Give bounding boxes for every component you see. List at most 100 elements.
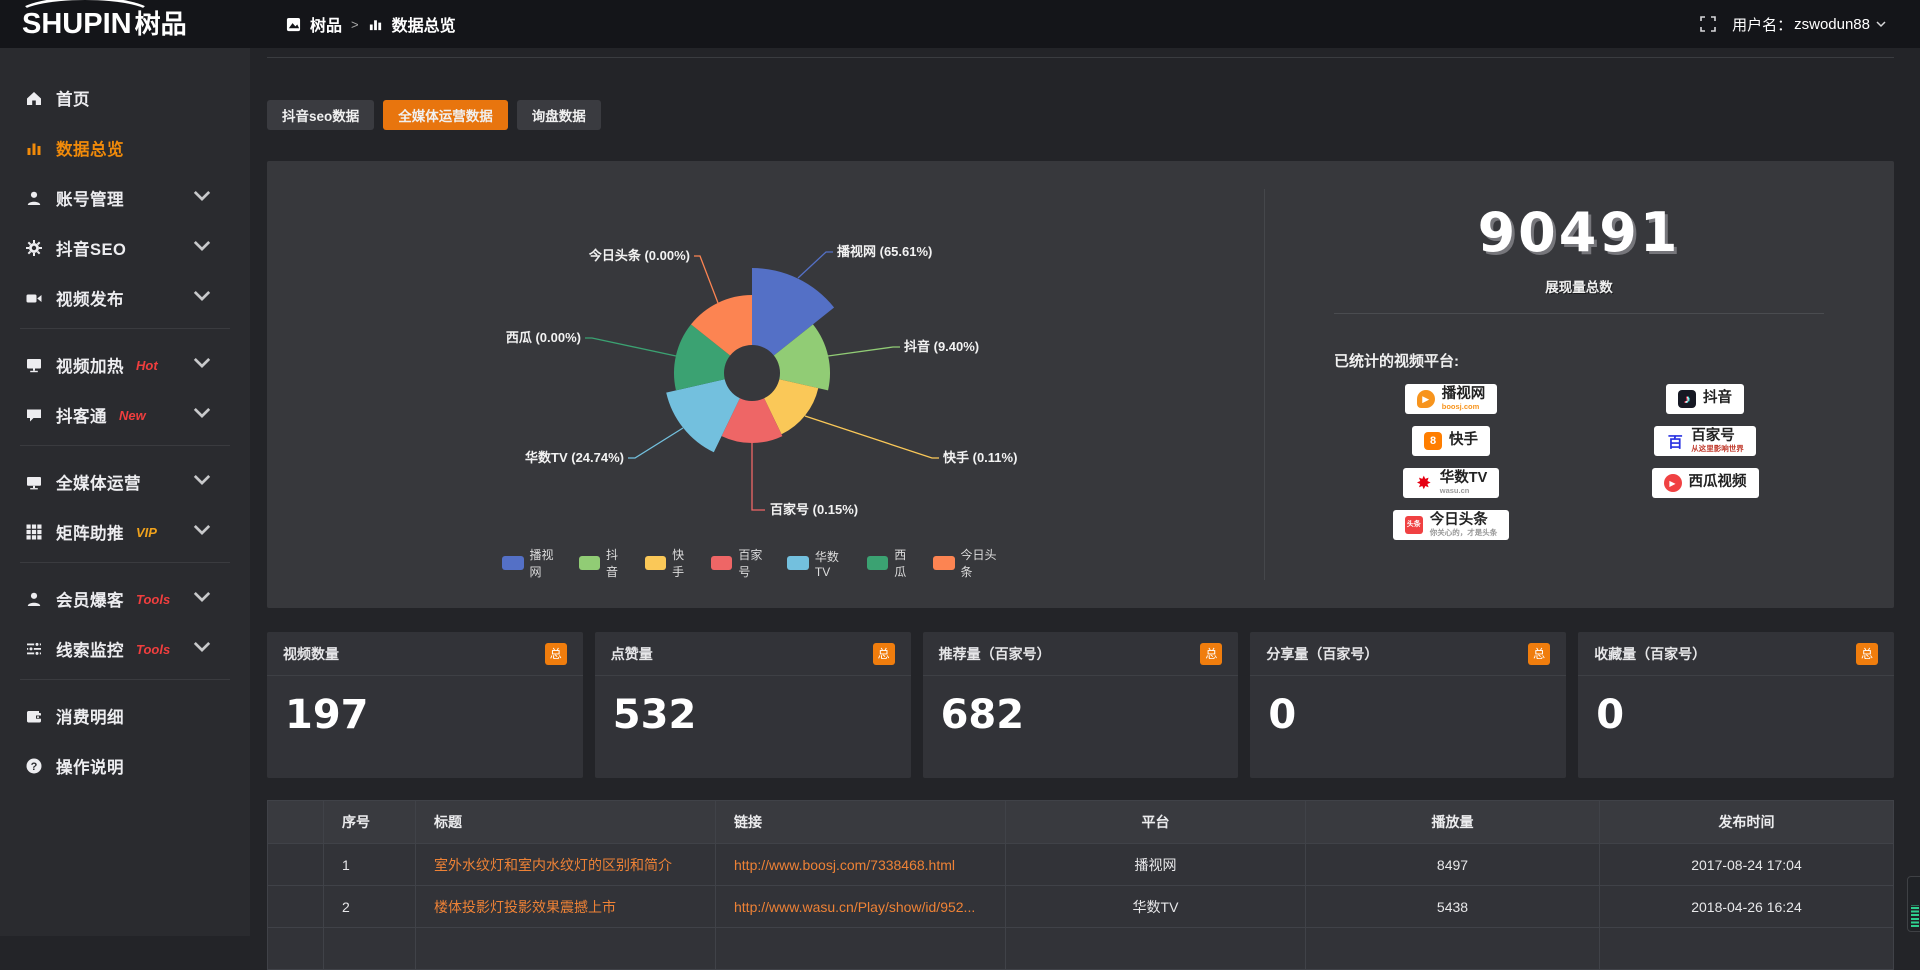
total-badge[interactable]: 总 — [1200, 643, 1222, 665]
topbar-right: 用户名：zswodun88 — [1700, 14, 1920, 35]
cell-time: 2017-08-24 17:04 — [1600, 844, 1894, 886]
sidebar-item-badge: Tools — [136, 642, 170, 657]
breadcrumb-root[interactable]: 树品 — [310, 12, 342, 36]
stat-card-title: 推荐量（百家号） — [939, 644, 1051, 664]
cell-link[interactable]: http://www.boosj.com/7338468.html — [716, 844, 1006, 886]
sidebar-item-badge: Hot — [136, 358, 158, 373]
col-header-2: 链接 — [716, 801, 1006, 844]
cell-seq: 2 — [324, 886, 416, 928]
chart-panel: 播视网 (65.61%)抖音 (9.40%)快手 (0.11%)百家号 (0.1… — [267, 161, 1894, 608]
chevron-down-icon — [193, 588, 224, 611]
sidebar-item-1[interactable]: 数据总览 — [0, 128, 250, 168]
user-menu[interactable]: 用户名：zswodun88 — [1732, 14, 1886, 35]
sidebar-item-16[interactable]: ?操作说明 — [0, 746, 250, 786]
sidebar-item-2[interactable]: 账号管理 — [0, 178, 250, 218]
pie-label: 播视网 (65.61%) — [837, 244, 932, 259]
sidebar-item-15[interactable]: 消费明细 — [0, 696, 250, 736]
tab-1[interactable]: 全媒体运营数据 — [383, 100, 508, 130]
platform-badge-0[interactable]: ▶播视网boosj.com — [1405, 384, 1498, 414]
stat-card-2: 推荐量（百家号） 总 682 — [923, 632, 1239, 778]
legend-item-4[interactable]: 华数TV — [787, 546, 848, 580]
stat-card-value: 682 — [923, 676, 1239, 738]
total-impressions-label: 展现量总数 — [1264, 276, 1894, 296]
cell-plays: 5438 — [1306, 886, 1600, 928]
sidebar-item-9[interactable]: 全媒体运营 — [0, 462, 250, 502]
legend-item-5[interactable]: 西瓜 — [867, 546, 915, 580]
total-badge[interactable]: 总 — [873, 643, 895, 665]
cell-plays: 8497 — [1306, 844, 1600, 886]
table-row-partial — [268, 928, 1894, 970]
sidebar-item-6[interactable]: 视频加热Hot — [0, 345, 250, 385]
sidebar-item-label: 消费明细 — [56, 704, 124, 728]
xigua-logo-icon: ▶ — [1664, 474, 1682, 492]
total-badge[interactable]: 总 — [1528, 643, 1550, 665]
sidebar-item-4[interactable]: 视频发布 — [0, 278, 250, 318]
platform-name: 快手 — [1449, 433, 1478, 448]
platforms-grid: ▶播视网boosj.com ♪抖音 8快手 百百家号从这里影响世界 ✸华数TVwasu.… — [1324, 384, 1894, 540]
cell-link[interactable]: http://www.wasu.cn/Play/show/id/952... — [716, 886, 1006, 928]
baijia-logo-icon: 百 — [1666, 432, 1684, 450]
fullscreen-icon[interactable] — [1700, 16, 1716, 32]
platform-badge-2[interactable]: 8快手 — [1412, 426, 1490, 456]
pie-callout-line — [628, 428, 683, 458]
legend-swatch — [787, 556, 809, 570]
stat-card-title: 点赞量 — [611, 644, 653, 664]
legend-label: 抖音 — [606, 546, 627, 580]
platform-badge-1[interactable]: ♪抖音 — [1666, 384, 1744, 414]
sidebar-item-12[interactable]: 会员爆客Tools — [0, 579, 250, 619]
legend-item-2[interactable]: 快手 — [645, 546, 693, 580]
platform-badge-5[interactable]: ▶西瓜视频 — [1652, 468, 1759, 498]
summary-divider — [1334, 313, 1824, 314]
sidebar-item-10[interactable]: 矩阵助推VIP — [0, 512, 250, 552]
monitor-icon — [25, 473, 43, 491]
scrollbar-widget[interactable] — [1907, 876, 1920, 932]
stat-card-3: 分享量（百家号）总0 — [1250, 632, 1566, 778]
pie-label: 抖音 (9.40%) — [904, 339, 979, 354]
total-badge[interactable]: 总 — [545, 643, 567, 665]
sidebar-item-7[interactable]: 抖客通New — [0, 395, 250, 435]
sidebar-item-13[interactable]: 线索监控Tools — [0, 629, 250, 669]
pie-label: 华数TV (24.74%) — [525, 450, 624, 465]
sidebar: 首页数据总览账号管理抖音SEO 视频发布视频加热Hot 抖客通New 全媒体运营矩阵助… — [0, 48, 250, 936]
platform-badge-3[interactable]: 百百家号从这里影响世界 — [1654, 426, 1756, 456]
pie-slice-4[interactable] — [666, 379, 740, 452]
tab-0[interactable]: 抖音seo数据 — [267, 100, 374, 130]
sidebar-item-label: 抖客通 — [56, 403, 107, 427]
tab-2[interactable]: 询盘数据 — [517, 100, 601, 130]
legend-item-0[interactable]: 播视网 — [502, 546, 561, 580]
platform-badge-4[interactable]: ✸华数TVwasu.cn — [1403, 468, 1500, 498]
chevron-down-icon — [193, 287, 224, 310]
platform-name: 华数TV — [1440, 471, 1488, 486]
legend-swatch — [645, 556, 666, 570]
col-header-1: 标题 — [416, 801, 716, 844]
summary-section: 90491 展现量总数 已统计的视频平台: ▶播视网boosj.com♪抖音8快… — [1264, 161, 1894, 608]
sidebar-item-3[interactable]: 抖音SEO — [0, 228, 250, 268]
help-icon: ? — [25, 757, 43, 775]
platform-name: 播视网 — [1442, 387, 1486, 402]
breadcrumb-current[interactable]: 数据总览 — [392, 12, 456, 36]
legend-swatch — [502, 556, 524, 570]
photo-icon — [286, 17, 301, 32]
pie-label: 西瓜 (0.00%) — [506, 330, 581, 345]
cell-seq: 1 — [324, 844, 416, 886]
douyin-logo-icon: ♪ — [1678, 390, 1696, 408]
total-badge[interactable]: 总 — [1856, 643, 1878, 665]
chevron-down-icon — [193, 471, 224, 494]
legend-item-6[interactable]: 今日头条 — [933, 546, 1002, 580]
platform-subtext: 你关心的，才是头条 — [1430, 529, 1498, 537]
cell-title[interactable]: 室外水纹灯和室内水纹灯的区别和简介 — [416, 844, 716, 886]
bar-chart-icon — [368, 17, 383, 32]
chart-icon — [25, 139, 43, 157]
logo-text-cn: 树品 — [135, 11, 187, 38]
legend-item-3[interactable]: 百家号 — [711, 546, 770, 580]
gear-icon — [25, 239, 43, 257]
table-row-1: 2楼体投影灯投影效果震撼上市http://www.wasu.cn/Play/sh… — [268, 886, 1894, 928]
chevron-down-icon — [193, 237, 224, 260]
legend-label: 播视网 — [530, 546, 561, 580]
cell-title[interactable]: 楼体投影灯投影效果震撼上市 — [416, 886, 716, 928]
legend-item-1[interactable]: 抖音 — [579, 546, 627, 580]
legend-swatch — [867, 556, 888, 570]
breadcrumb-separator: > — [351, 17, 359, 32]
platform-badge-6[interactable]: 头条今日头条你关心的，才是头条 — [1393, 510, 1510, 540]
sidebar-item-0[interactable]: 首页 — [0, 78, 250, 118]
